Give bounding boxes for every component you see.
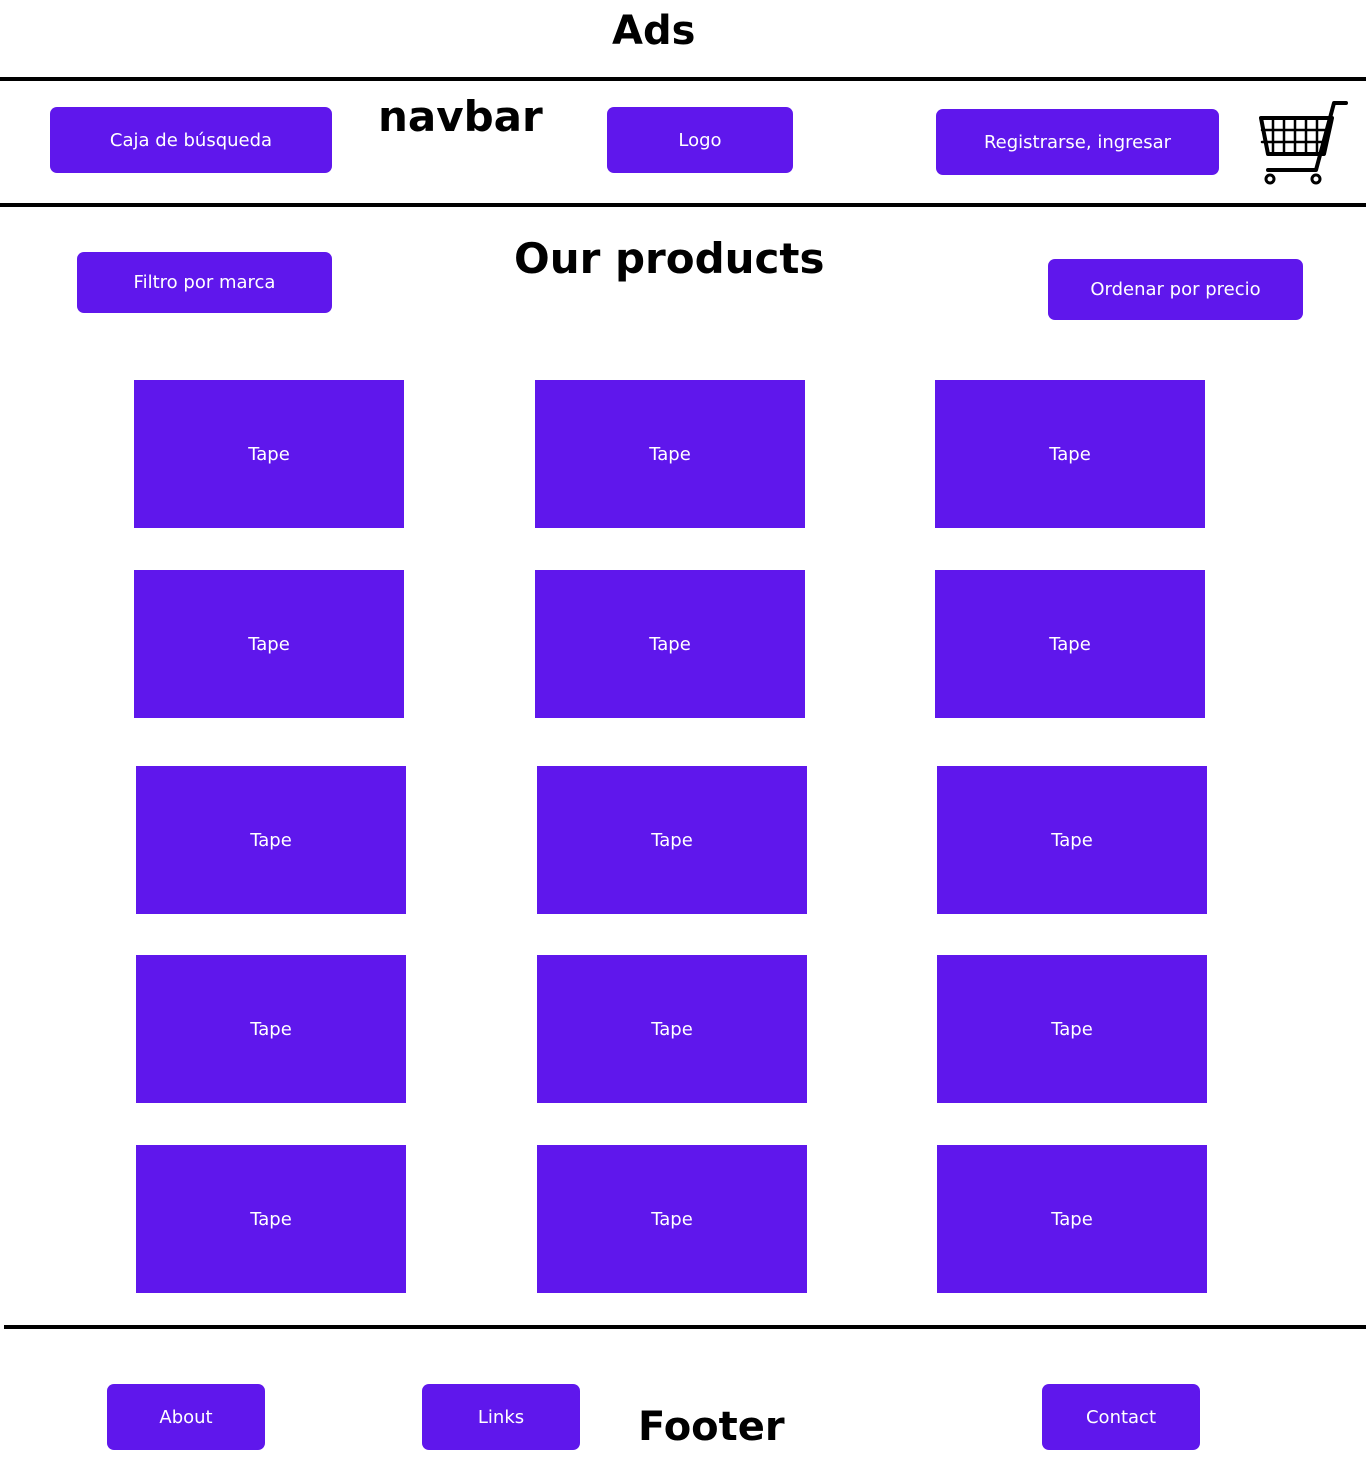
product-card[interactable]: Tape	[537, 766, 807, 914]
products-title: Our products	[514, 234, 825, 283]
product-row: Tape Tape Tape	[0, 570, 1366, 718]
product-card[interactable]: Tape	[935, 380, 1205, 528]
product-card[interactable]: Tape	[937, 766, 1207, 914]
product-row: Tape Tape Tape	[0, 766, 1366, 914]
footer-label: Footer	[638, 1404, 785, 1450]
product-card[interactable]: Tape	[537, 1145, 807, 1293]
shopping-cart-icon[interactable]	[1256, 98, 1350, 188]
product-card[interactable]: Tape	[134, 380, 404, 528]
product-row: Tape Tape Tape	[0, 1145, 1366, 1293]
logo-button[interactable]: Logo	[607, 107, 793, 173]
product-card[interactable]: Tape	[136, 766, 406, 914]
links-button[interactable]: Links	[422, 1384, 580, 1450]
product-row: Tape Tape Tape	[0, 380, 1366, 528]
contact-button[interactable]: Contact	[1042, 1384, 1200, 1450]
product-card[interactable]: Tape	[136, 1145, 406, 1293]
product-card[interactable]: Tape	[535, 380, 805, 528]
divider-top	[0, 77, 1366, 81]
register-login-button[interactable]: Registrarse, ingresar	[936, 109, 1219, 175]
about-button[interactable]: About	[107, 1384, 265, 1450]
product-card[interactable]: Tape	[935, 570, 1205, 718]
product-card[interactable]: Tape	[537, 955, 807, 1103]
navbar-label: navbar	[378, 92, 543, 141]
search-box-button[interactable]: Caja de búsqueda	[50, 107, 332, 173]
brand-filter-button[interactable]: Filtro por marca	[77, 252, 332, 313]
ads-label: Ads	[612, 8, 696, 54]
divider-navbar	[0, 203, 1366, 207]
product-card[interactable]: Tape	[535, 570, 805, 718]
divider-footer	[4, 1325, 1366, 1329]
product-card[interactable]: Tape	[136, 955, 406, 1103]
sort-by-price-button[interactable]: Ordenar por precio	[1048, 259, 1303, 320]
product-card[interactable]: Tape	[937, 1145, 1207, 1293]
product-row: Tape Tape Tape	[0, 955, 1366, 1103]
product-card[interactable]: Tape	[937, 955, 1207, 1103]
product-card[interactable]: Tape	[134, 570, 404, 718]
